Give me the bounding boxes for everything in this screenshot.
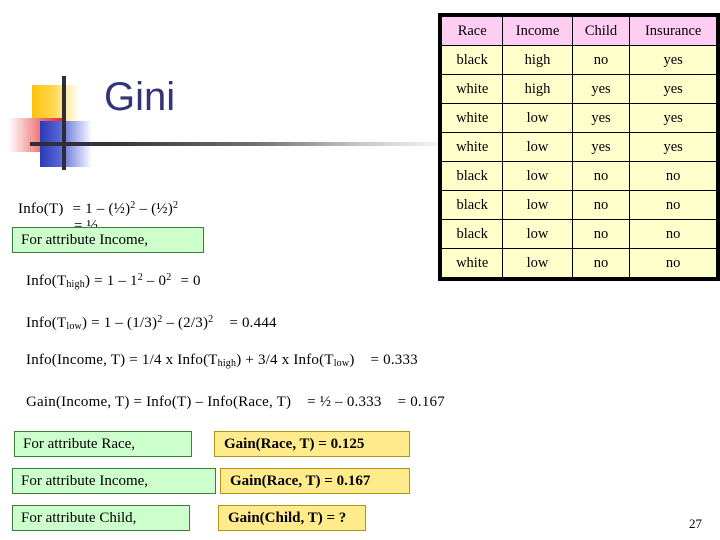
column-header-insurance: Insurance (629, 16, 717, 46)
formula-info-high-a: Info(T (26, 273, 67, 289)
callout-for-attribute-income: For attribute Income, (12, 468, 216, 494)
callout-gain-income: Gain(Race, T) = 0.167 (220, 468, 410, 494)
formula-info-high-b: ) = 1 – 1 (84, 273, 138, 289)
formula-info-low-b: ) = 1 – (1/3) (81, 315, 158, 331)
callout-label: Gain(Child, T) = ? (228, 509, 347, 526)
formula-info-high-result: = 0 (180, 273, 201, 289)
callout-for-attribute-income-top: For attribute Income, (12, 227, 204, 253)
formula-info-low-c: – (2/3) (162, 315, 209, 331)
column-header-race: Race (440, 16, 504, 46)
callout-gain-race: Gain(Race, T) = 0.125 (214, 431, 410, 457)
table-row: black low no no (440, 219, 717, 249)
callout-for-attribute-child: For attribute Child, (12, 505, 190, 531)
slide-header: Gini (0, 0, 440, 170)
table-cell-child: no (571, 45, 631, 75)
dataset-table: Race Income Child Insurance black high no y… (438, 13, 720, 281)
column-header-child: Child (571, 16, 631, 46)
table-cell-child: yes (571, 103, 631, 133)
callout-label: For attribute Income, (21, 472, 149, 489)
formula-info-t: Info(T) = 1 – (½)2 – (½)2 (18, 200, 178, 218)
table-cell-child: no (571, 219, 631, 249)
callout-label: For attribute Child, (21, 509, 137, 526)
formula-info-income-result: = 0.333 (370, 352, 418, 368)
table-cell-income: low (502, 103, 573, 133)
table-cell-income: low (502, 219, 573, 249)
formula-info-income-sub2: low (333, 358, 350, 370)
callout-for-attribute-race: For attribute Race, (14, 431, 192, 457)
formula-info-t-lhs: Info(T) (18, 201, 64, 217)
table-row: white high yes yes (440, 74, 717, 104)
table-row: black low no no (440, 190, 717, 220)
table-cell-insurance: yes (629, 103, 717, 133)
table-cell-child: yes (571, 74, 631, 104)
formula-info-low-sub: low (66, 321, 82, 333)
table-cell-race: white (440, 248, 504, 278)
formula-info-t-exp2: 2 (172, 200, 179, 211)
formula-info-high-c: – 0 (142, 273, 167, 289)
table-row: white low no no (440, 248, 717, 278)
table-cell-race: black (440, 45, 504, 75)
formula-info-high-exp2: 2 (166, 272, 172, 283)
callout-label: For attribute Race, (23, 435, 136, 452)
formula-info-high-sub: high (66, 279, 85, 291)
callout-label: Gain(Race, T) = 0.167 (230, 472, 371, 489)
formula-gain-income-c: = 0.167 (397, 394, 445, 410)
table-cell-income: low (502, 161, 573, 191)
table-cell-race: black (440, 161, 504, 191)
table-cell-race: white (440, 74, 504, 104)
table-cell-insurance: yes (629, 74, 717, 104)
table-cell-insurance: yes (629, 45, 717, 75)
table-row: black high no yes (440, 45, 717, 75)
formula-info-low-a: Info(T (26, 315, 67, 331)
page-title: Gini (104, 75, 176, 119)
table-cell-child: yes (571, 132, 631, 162)
formula-gain-income-t: Gain(Income, T) = Info(T) – Info(Race, T… (26, 394, 445, 411)
table-row: white low yes yes (440, 132, 717, 162)
formula-info-t-mid: – (½) (135, 201, 173, 217)
table-cell-income: high (502, 45, 573, 75)
table-cell-child: no (571, 190, 631, 220)
table-row: white low yes yes (440, 103, 717, 133)
table-cell-race: white (440, 103, 504, 133)
formula-info-t-high: Info(Thigh) = 1 – 12 – 02 = 0 (26, 272, 201, 290)
formula-info-income-c: ) (349, 352, 355, 368)
formula-gain-income-a: Gain(Income, T) = Info(T) – Info(Race, T… (26, 394, 292, 410)
table-cell-insurance: yes (629, 132, 717, 162)
table-cell-child: no (571, 248, 631, 278)
callout-label: Gain(Race, T) = 0.125 (224, 435, 365, 452)
table-row: black low no no (440, 161, 717, 191)
table-cell-insurance: no (629, 219, 717, 249)
formula-info-low-exp2: 2 (208, 314, 214, 325)
formula-info-income-a: Info(Income, T) = 1/4 x Info(T (26, 352, 218, 368)
formula-info-income-b: ) + 3/4 x Info(T (236, 352, 334, 368)
table-cell-insurance: no (629, 161, 717, 191)
table-cell-income: high (502, 74, 573, 104)
formula-info-t-rhs: = 1 – (½) (72, 201, 131, 217)
formula-info-low-result: = 0.444 (229, 315, 277, 331)
logo-horizontal-rule (30, 142, 438, 146)
formula-info-t-low: Info(Tlow) = 1 – (1/3)2 – (2/3)2 = 0.444 (26, 314, 277, 332)
page-number: 27 (689, 516, 702, 531)
formula-gain-income-b: = ½ – 0.333 (307, 394, 382, 410)
formula-info-income-sub1: high (217, 358, 237, 370)
table-cell-insurance: no (629, 248, 717, 278)
table-cell-race: black (440, 219, 504, 249)
table-cell-insurance: no (629, 190, 717, 220)
logo-vertical-rule (62, 76, 66, 170)
callout-label: For attribute Income, (21, 231, 149, 248)
table-cell-income: low (502, 248, 573, 278)
table-cell-race: white (440, 132, 504, 162)
table-cell-income: low (502, 132, 573, 162)
table-cell-race: black (440, 190, 504, 220)
table-header-row: Race Income Child Insurance (440, 16, 717, 46)
formula-info-income-t: Info(Income, T) = 1/4 x Info(Thigh) + 3/… (26, 352, 418, 369)
table-cell-child: no (571, 161, 631, 191)
column-header-income: Income (502, 16, 573, 46)
table-cell-income: low (502, 190, 573, 220)
callout-gain-child: Gain(Child, T) = ? (218, 505, 366, 531)
